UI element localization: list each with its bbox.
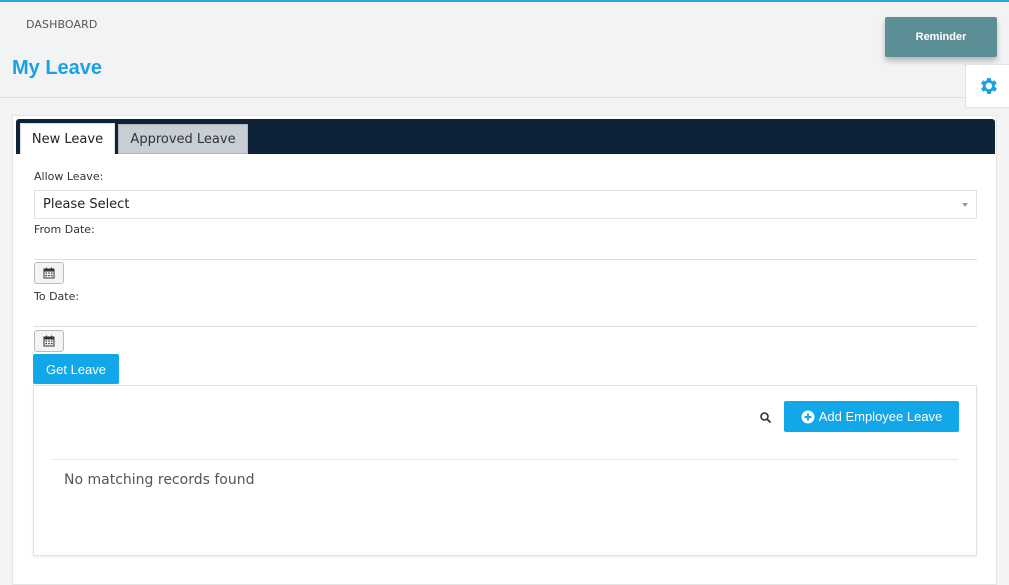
settings-button[interactable] <box>965 64 1009 108</box>
search-button[interactable] <box>759 410 773 424</box>
header-divider <box>0 97 965 98</box>
gear-icon <box>980 78 997 94</box>
reminder-button[interactable]: Reminder <box>885 17 997 57</box>
tab-approved-leave[interactable]: Approved Leave <box>118 124 248 154</box>
from-date-calendar-button[interactable] <box>34 262 64 284</box>
empty-table-message: No matching records found <box>64 472 255 488</box>
allow-leave-select[interactable]: Please Select <box>34 190 977 219</box>
search-icon <box>760 412 772 424</box>
table-divider <box>52 459 958 460</box>
to-date-input[interactable] <box>34 307 977 327</box>
to-date-label: To Date: <box>34 290 80 303</box>
breadcrumb[interactable]: DASHBOARD <box>26 18 97 31</box>
get-leave-button[interactable]: Get Leave <box>33 354 119 384</box>
add-employee-leave-label: Add Employee Leave <box>818 409 943 424</box>
add-employee-leave-button[interactable]: Add Employee Leave <box>784 401 959 432</box>
calendar-icon <box>43 267 55 279</box>
tab-new-leave[interactable]: New Leave <box>20 123 115 154</box>
page-title: My Leave <box>12 57 103 79</box>
allow-leave-label: Allow Leave: <box>34 170 104 183</box>
allow-leave-select-value: Please Select <box>43 197 130 212</box>
plus-circle-icon <box>801 410 815 423</box>
calendar-icon <box>43 335 55 347</box>
to-date-calendar-button[interactable] <box>34 330 64 352</box>
top-accent-line <box>0 0 1009 2</box>
from-date-label: From Date: <box>34 223 95 236</box>
chevron-down-icon <box>962 203 968 207</box>
from-date-input[interactable] <box>34 240 977 260</box>
